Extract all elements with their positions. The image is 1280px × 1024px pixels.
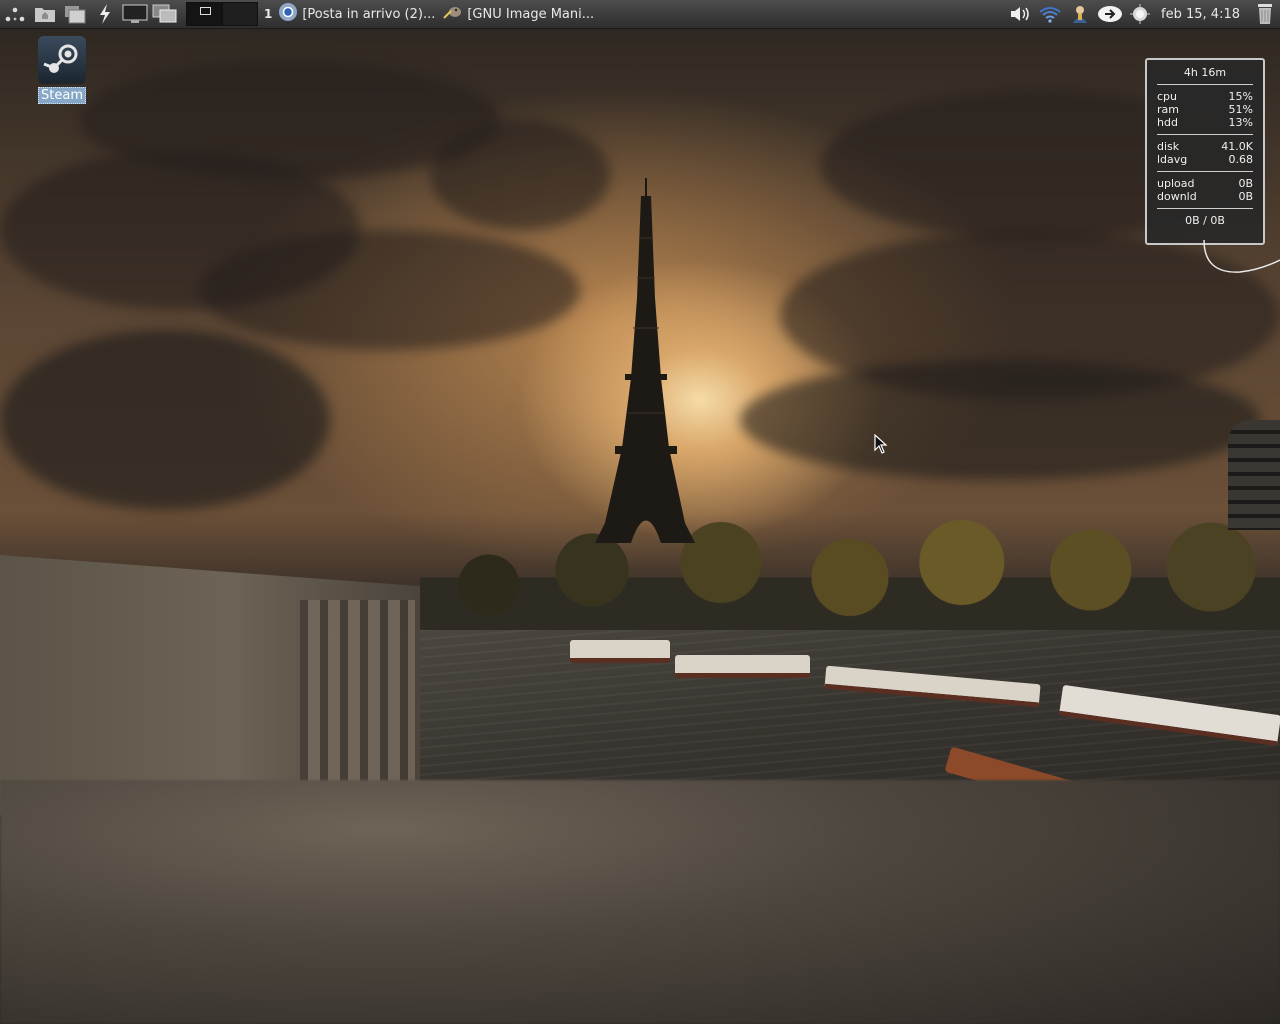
update-icon[interactable] [1095, 0, 1125, 28]
system-monitor-widget: 4h 16m cpu 15% ram 51% hdd 13% disk 41.0K ld… [1145, 58, 1265, 245]
stat-download: downld 0B [1147, 190, 1263, 203]
stat-label: cpu [1157, 90, 1178, 103]
barge [675, 655, 810, 678]
steam-icon [38, 36, 86, 84]
tree-line [420, 495, 1280, 645]
workspace-number: 1 [264, 7, 273, 21]
stat-hdd: hdd 13% [1147, 116, 1263, 129]
cloud [740, 360, 1260, 480]
net-total: 0B / 0B [1185, 214, 1225, 227]
top-panel: 1 [Posta in arrivo (2)... [GNU Image Man… [0, 0, 1280, 29]
desktop-icon-label: Steam [38, 87, 86, 104]
wifi-icon[interactable] [1035, 0, 1065, 28]
workspace-2[interactable] [222, 2, 258, 26]
barge [570, 640, 670, 663]
show-desktop-icon[interactable] [120, 0, 150, 28]
stat-value: 0B [1238, 190, 1253, 203]
stat-value: 15% [1228, 90, 1253, 103]
window-switcher-icon[interactable] [150, 0, 180, 28]
stat-ram: ram 51% [1147, 103, 1263, 116]
stat-cpu: cpu 15% [1147, 90, 1263, 103]
stat-label: ldavg [1157, 153, 1188, 166]
stat-value: 51% [1228, 103, 1253, 116]
stat-value: 0.68 [1228, 153, 1254, 166]
task-label: [GNU Image Mani... [467, 6, 595, 22]
file-manager-icon[interactable] [60, 0, 90, 28]
menu-icon[interactable] [0, 0, 30, 28]
cloud [430, 120, 610, 230]
desktop-wallpaper[interactable] [0, 0, 1280, 1024]
system-tray: feb 15, 4:18 [1005, 0, 1280, 28]
task-label: [Posta in arrivo (2)... [302, 6, 436, 22]
stat-value: 0B [1238, 177, 1253, 190]
cloud [200, 230, 580, 350]
stat-upload: upload 0B [1147, 177, 1263, 190]
building [1228, 420, 1280, 530]
divider [1157, 208, 1253, 209]
mini-window [200, 7, 211, 15]
stat-value: 41.0K [1221, 140, 1253, 153]
stat-label: downld [1157, 190, 1197, 203]
workspace-1[interactable] [186, 2, 222, 26]
trash-icon[interactable] [1250, 0, 1280, 28]
stat-label: hdd [1157, 116, 1178, 129]
stat-ldavg: ldavg 0.68 [1147, 153, 1263, 166]
chrome-icon [278, 2, 298, 26]
cloud [0, 330, 330, 510]
mouse-pointer-icon [874, 434, 888, 454]
task-gimp[interactable]: [GNU Image Mani... [441, 0, 600, 28]
divider [1157, 84, 1253, 85]
gimp-icon [443, 4, 463, 24]
stat-label: ram [1157, 103, 1179, 116]
task-chrome[interactable]: [Posta in arrivo (2)... [276, 0, 441, 28]
user-icon[interactable] [1065, 0, 1095, 28]
stat-label: disk [1157, 140, 1180, 153]
stone-ledge [0, 780, 1280, 1024]
volume-icon[interactable] [1005, 0, 1035, 28]
weather-icon[interactable] [1125, 0, 1155, 28]
stat-disk: disk 41.0K [1147, 140, 1263, 153]
divider [1157, 134, 1253, 135]
divider [1157, 171, 1253, 172]
run-icon[interactable] [90, 0, 120, 28]
workspace-pager [186, 2, 258, 26]
home-folder-icon[interactable] [30, 0, 60, 28]
widget-cable [1203, 239, 1280, 273]
stat-value: 13% [1228, 116, 1253, 129]
clock[interactable]: feb 15, 4:18 [1155, 7, 1250, 22]
uptime: 4h 16m [1183, 66, 1227, 79]
desktop-icon-steam[interactable]: Steam [36, 36, 88, 104]
stat-label: upload [1157, 177, 1195, 190]
eiffel-tower [595, 178, 695, 543]
stone-balustrade [300, 600, 415, 810]
